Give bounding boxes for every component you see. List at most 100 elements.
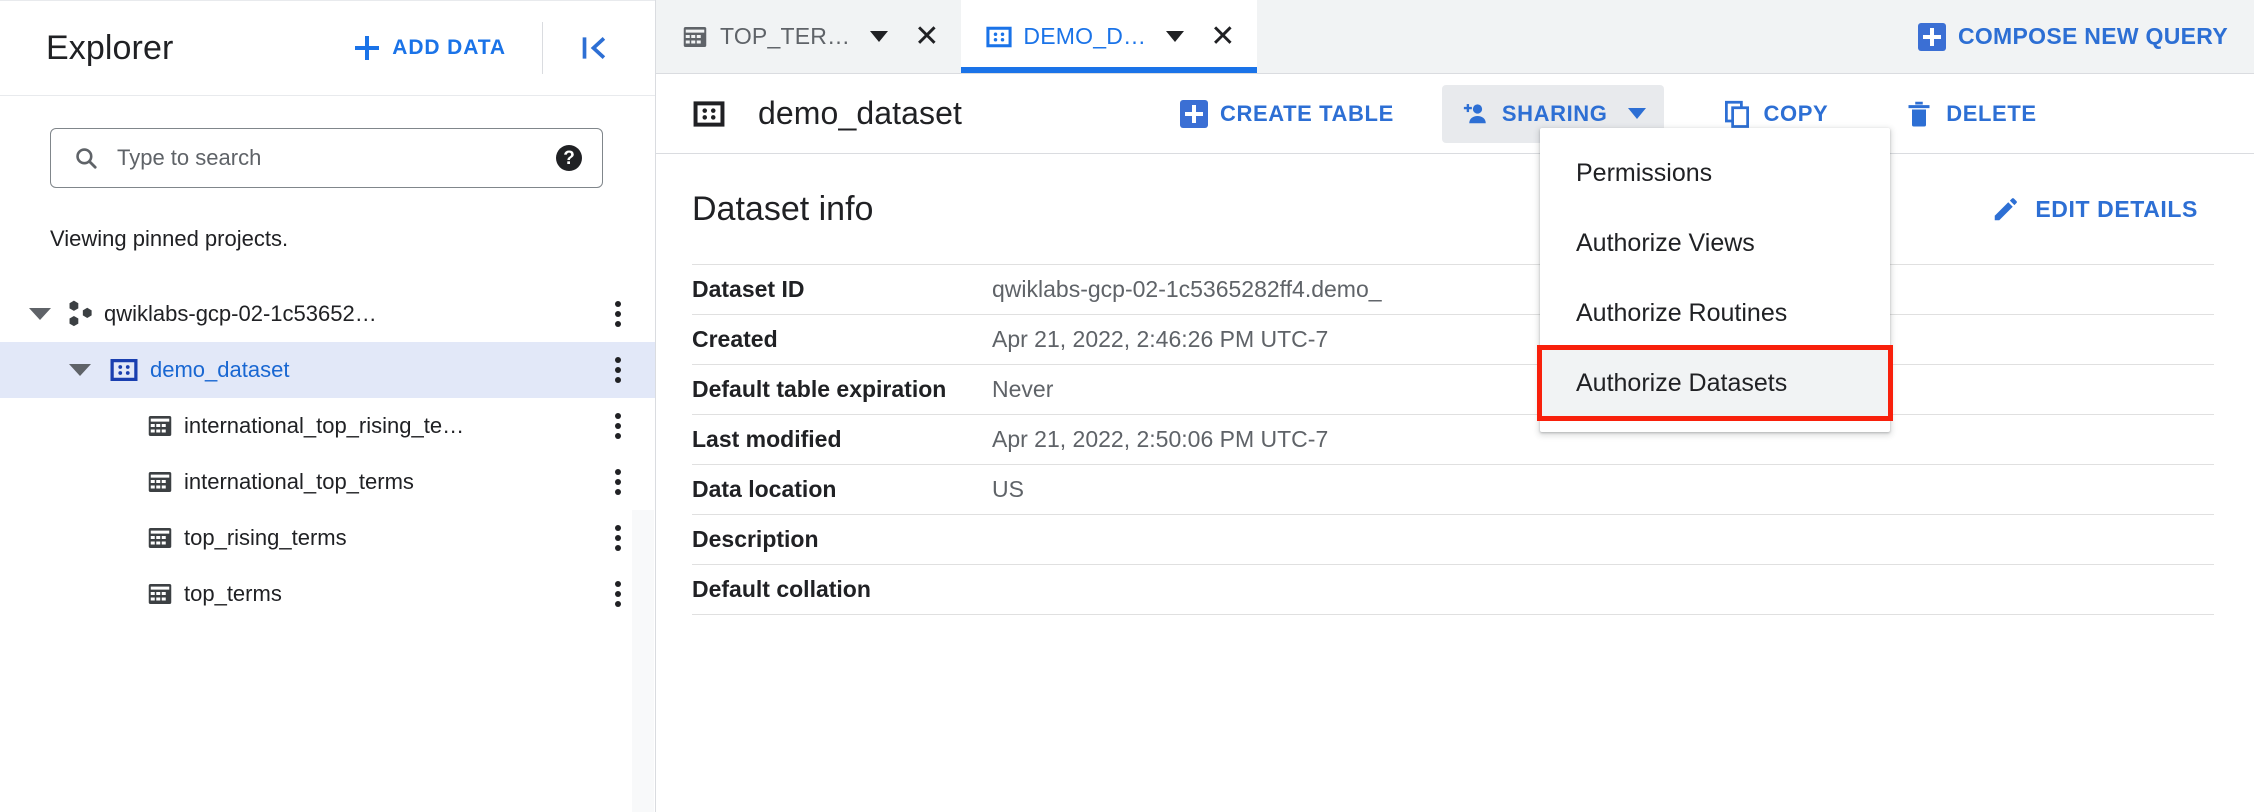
table-row: Last modified Apr 21, 2022, 2:50:06 PM U… <box>692 414 2214 465</box>
dataset-info-table: Dataset ID qwiklabs-gcp-02-1c5365282ff4.… <box>692 264 2214 615</box>
menu-item-label: Authorize Views <box>1576 228 1755 257</box>
bigquery-console: Explorer ADD DATA Type to search ? Viewi… <box>0 0 2254 812</box>
table-icon <box>136 411 184 441</box>
tree-item-project[interactable]: qwiklabs-gcp-02-1c53652… <box>0 286 655 342</box>
menu-item-label: Authorize Routines <box>1576 298 1788 327</box>
chevron-down-icon <box>1627 108 1646 119</box>
menu-item-authorize-routines[interactable]: Authorize Routines <box>1540 278 1890 348</box>
row-key: Dataset ID <box>692 264 992 315</box>
add-box-icon <box>1917 22 1946 51</box>
row-value: US <box>992 464 2214 515</box>
search-container: ? <box>0 96 655 188</box>
delete-button[interactable]: DELETE <box>1886 85 2054 143</box>
dataset-icon <box>98 355 150 385</box>
table-row: Created Apr 21, 2022, 2:46:26 PM UTC-7 <box>692 314 2214 365</box>
search-icon <box>73 145 99 171</box>
sharing-label: SHARING <box>1501 100 1608 126</box>
more-vert-icon[interactable] <box>609 463 627 501</box>
table-icon <box>136 467 184 497</box>
dataset-info-content: Dataset info EDIT DETAILS Dataset ID qwi… <box>656 154 2254 812</box>
tree-item-label: top_terms <box>184 581 282 606</box>
menu-item-label: Authorize Datasets <box>1576 368 1788 397</box>
section-title: Dataset info <box>692 189 874 228</box>
tab-label: DEMO_D… <box>1023 23 1147 49</box>
tree-item-table[interactable]: international_top_terms <box>0 454 655 510</box>
dataset-icon <box>692 97 726 131</box>
expand-caret-icon[interactable] <box>22 296 58 332</box>
project-nodes-icon <box>58 297 104 331</box>
project-tree: qwiklabs-gcp-02-1c53652… demo_dataset in… <box>0 286 655 622</box>
tree-item-table[interactable]: top_rising_terms <box>0 510 655 566</box>
more-vert-icon[interactable] <box>609 407 627 445</box>
tab-demo-dataset[interactable]: DEMO_D… ✕ <box>961 0 1258 73</box>
add-data-label: ADD DATA <box>392 36 506 59</box>
row-value <box>992 564 2214 615</box>
explorer-header: Explorer ADD DATA <box>0 0 655 96</box>
dataset-info-header: Dataset info EDIT DETAILS <box>692 154 2214 264</box>
dataset-toolbar: demo_dataset CREATE TABLE SHARING COPY D… <box>656 74 2254 154</box>
more-vert-icon[interactable] <box>609 575 627 613</box>
copy-label: COPY <box>1763 100 1829 126</box>
table-icon <box>680 22 710 52</box>
row-key: Default table expiration <box>692 364 992 415</box>
person-add-icon <box>1460 99 1490 129</box>
search-box[interactable]: ? <box>50 128 603 188</box>
table-row: Dataset ID qwiklabs-gcp-02-1c5365282ff4.… <box>692 264 2214 315</box>
tab-top-terms[interactable]: TOP_TER… ✕ <box>656 0 962 73</box>
plus-icon <box>354 35 380 61</box>
more-vert-icon[interactable] <box>609 351 627 389</box>
create-table-button[interactable]: CREATE TABLE <box>1162 86 1412 142</box>
explorer-scrollbar[interactable] <box>632 510 654 812</box>
search-input[interactable] <box>117 145 538 171</box>
more-vert-icon[interactable] <box>609 519 627 557</box>
table-icon <box>136 523 184 553</box>
menu-item-authorize-views[interactable]: Authorize Views <box>1540 208 1890 278</box>
tree-item-table[interactable]: top_terms <box>0 566 655 622</box>
pinned-projects-note: Viewing pinned projects. <box>50 226 289 251</box>
chevron-down-icon[interactable] <box>1166 31 1185 42</box>
compose-new-query-button[interactable]: COMPOSE NEW QUERY <box>1917 22 2228 51</box>
delete-label: DELETE <box>1946 100 2037 126</box>
trash-icon <box>1904 99 1934 129</box>
table-row: Description <box>692 514 2214 565</box>
tree-item-label: top_rising_terms <box>184 525 347 550</box>
tab-label: TOP_TER… <box>720 23 851 49</box>
table-row: Data location US <box>692 464 2214 515</box>
edit-details-button[interactable]: EDIT DETAILS <box>1975 182 2214 236</box>
dataset-details-panel: TOP_TER… ✕ DEMO_D… ✕ COMPOSE NEW QUERY d… <box>656 0 2254 812</box>
edit-details-label: EDIT DETAILS <box>2035 195 2198 222</box>
explorer-panel: Explorer ADD DATA Type to search ? Viewi… <box>0 0 656 812</box>
collapse-panel-icon[interactable] <box>567 21 621 75</box>
dataset-name: demo_dataset <box>758 95 963 131</box>
table-row: Default table expiration Never <box>692 364 2214 415</box>
tree-item-table[interactable]: international_top_rising_te… <box>0 398 655 454</box>
row-key: Data location <box>692 464 992 515</box>
close-icon[interactable]: ✕ <box>914 21 939 52</box>
create-table-label: CREATE TABLE <box>1220 100 1394 126</box>
table-icon <box>136 579 184 609</box>
menu-item-permissions[interactable]: Permissions <box>1540 138 1890 208</box>
more-vert-icon[interactable] <box>609 295 627 333</box>
table-row: Default collation <box>692 564 2214 615</box>
compose-label: COMPOSE NEW QUERY <box>1957 23 2228 49</box>
copy-icon <box>1722 99 1752 129</box>
row-key: Last modified <box>692 414 992 465</box>
add-data-button[interactable]: ADD DATA <box>340 25 520 71</box>
page-title: Explorer <box>46 28 174 67</box>
header-divider <box>542 22 543 74</box>
tree-item-label: qwiklabs-gcp-02-1c53652… <box>104 301 377 326</box>
help-icon[interactable]: ? <box>556 145 582 171</box>
expand-caret-icon[interactable] <box>62 352 98 388</box>
close-icon[interactable]: ✕ <box>1210 21 1235 52</box>
tree-item-label: international_top_terms <box>184 469 414 494</box>
add-box-icon <box>1180 99 1209 128</box>
chevron-down-icon[interactable] <box>870 31 889 42</box>
tree-item-demo-dataset[interactable]: demo_dataset <box>0 342 655 398</box>
dataset-icon <box>985 23 1013 51</box>
row-key: Created <box>692 314 992 365</box>
menu-item-authorize-datasets[interactable]: Authorize Datasets <box>1537 345 1893 421</box>
pencil-icon <box>1991 194 2021 224</box>
tab-bar: TOP_TER… ✕ DEMO_D… ✕ COMPOSE NEW QUERY <box>656 0 2254 74</box>
tree-item-label: international_top_rising_te… <box>184 413 465 438</box>
row-key: Description <box>692 514 992 565</box>
